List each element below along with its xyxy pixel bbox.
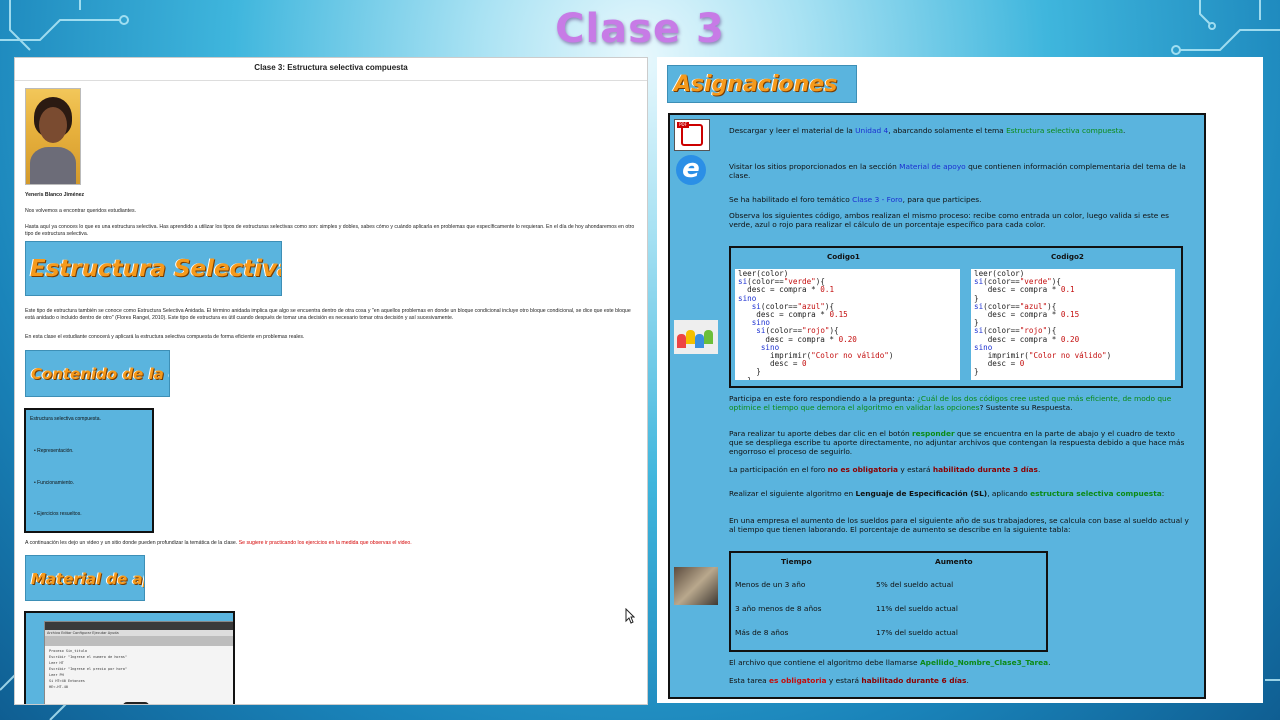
material-apoyo-link[interactable]: Material de apoyo	[899, 162, 966, 171]
table-header: Aumento	[935, 557, 973, 566]
banner-estructura: Estructura Selectiva Compuesta	[25, 241, 282, 296]
intro-text: Hasta aquí ya conoces lo que es una estr…	[25, 224, 635, 237]
content-item: • Representación.	[34, 448, 74, 454]
content-item: • Ejercicios resueltos.	[34, 511, 82, 517]
table-cell: Más de 8 años	[735, 628, 789, 637]
task-visit-sites: Visitar los sitios proporcionados en la …	[729, 162, 1186, 180]
greeting-text: Nos volvemos a encontrar queridos estudi…	[25, 208, 137, 214]
code1-title: Codigo1	[827, 252, 860, 261]
author-photo	[25, 88, 81, 185]
banner-material: Material de apoyo	[25, 555, 145, 601]
play-button[interactable]	[123, 702, 149, 704]
author-name: Yeneris Blanco Jiménez	[25, 192, 85, 198]
content-list-box: Estructura selectiva compuesta. • Repres…	[24, 408, 154, 533]
people-forum-icon[interactable]	[674, 320, 718, 354]
video-player[interactable]: Archivo Editar Configurar Ejecutar Ayuda…	[24, 611, 235, 704]
content-title: Estructura selectiva compuesta.	[30, 416, 101, 422]
video-code: Proceso Sin_titulo Escribir "Ingrese el …	[49, 649, 127, 689]
forum-link[interactable]: Clase 3 - Foro	[852, 195, 902, 204]
video-screen: Archivo Editar Configurar Ejecutar Ayuda…	[44, 621, 233, 704]
code2-block: leer(color) si(color=="verde"){ desc = c…	[971, 269, 1175, 380]
code-instructions: Observa los siguientes código, ambos rea…	[729, 211, 1170, 229]
forum-participation: La participación en el foro no es obliga…	[729, 465, 1041, 474]
algorithm-description: En una empresa el aumento de los sueldos…	[729, 516, 1189, 534]
page-header: Clase 3: Estructura selectiva compuesta	[15, 58, 647, 81]
task-download: Descargar y leer el material de la Unida…	[729, 126, 1126, 135]
banner-asignaciones: Asignaciones	[667, 65, 857, 103]
video-intro: A continuación les dejo un video y un si…	[25, 540, 637, 547]
assignments-box: PDF e Descargar y leer el material de la…	[668, 113, 1206, 699]
table-cell: 5% del sueldo actual	[876, 580, 954, 589]
algorithm-task: Realizar el siguiente algoritmo en Lengu…	[729, 489, 1165, 498]
content-item: • Funcionamiento.	[34, 480, 75, 486]
table-cell: Menos de un 3 año	[735, 580, 806, 589]
mouse-cursor-icon	[625, 607, 636, 627]
code2-title: Codigo2	[1051, 252, 1084, 261]
banner-contenido: Contenido de la clase	[25, 350, 170, 397]
class-page-panel: Clase 3: Estructura selectiva compuesta …	[14, 57, 648, 705]
pdf-icon[interactable]: PDF	[674, 119, 710, 151]
assignments-panel: Asignaciones PDF e Descargar y leer el m…	[657, 57, 1263, 703]
forum-question: Participa en este foro respondiendo a la…	[729, 394, 1172, 412]
slide-title: Clase 3	[555, 6, 725, 52]
code1-block: leer(color) si(color=="verde"){ desc = c…	[735, 269, 960, 380]
file-name-instruction: El archivo que contiene el algoritmo deb…	[729, 658, 1051, 667]
responder-label: responder	[912, 429, 955, 438]
unidad-link[interactable]: Unidad 4	[855, 126, 888, 135]
video-titlebar	[45, 622, 233, 630]
table-cell: 3 año menos de 8 años	[735, 604, 822, 613]
table-header: Tiempo	[781, 557, 812, 566]
internet-explorer-icon[interactable]: e	[674, 155, 710, 185]
video-hint: Se sugiere ir practicando los ejercicios…	[238, 540, 412, 546]
definition-text: Este tipo de estructura también se conoc…	[25, 308, 631, 321]
task-photo-icon	[674, 567, 718, 605]
task-forum: Se ha habilitado el foro temático Clase …	[729, 195, 982, 204]
forum-instructions: Para realizar tu aporte debes dar clic e…	[729, 429, 1185, 456]
video-toolbar	[45, 636, 233, 646]
code-comparison: Codigo1 Codigo2 leer(color) si(color=="v…	[729, 246, 1183, 388]
raise-table: Tiempo Aumento Menos de un 3 año 5% del …	[729, 551, 1048, 652]
video-intro-text: A continuación les dejo un video y un si…	[25, 540, 238, 546]
task-mandatory: Esta tarea es obligatoria y estará habil…	[729, 676, 969, 685]
objective-text: En esta clase el estudiante conocerá y a…	[25, 334, 305, 340]
table-cell: 11% del sueldo actual	[876, 604, 958, 613]
table-cell: 17% del sueldo actual	[876, 628, 958, 637]
